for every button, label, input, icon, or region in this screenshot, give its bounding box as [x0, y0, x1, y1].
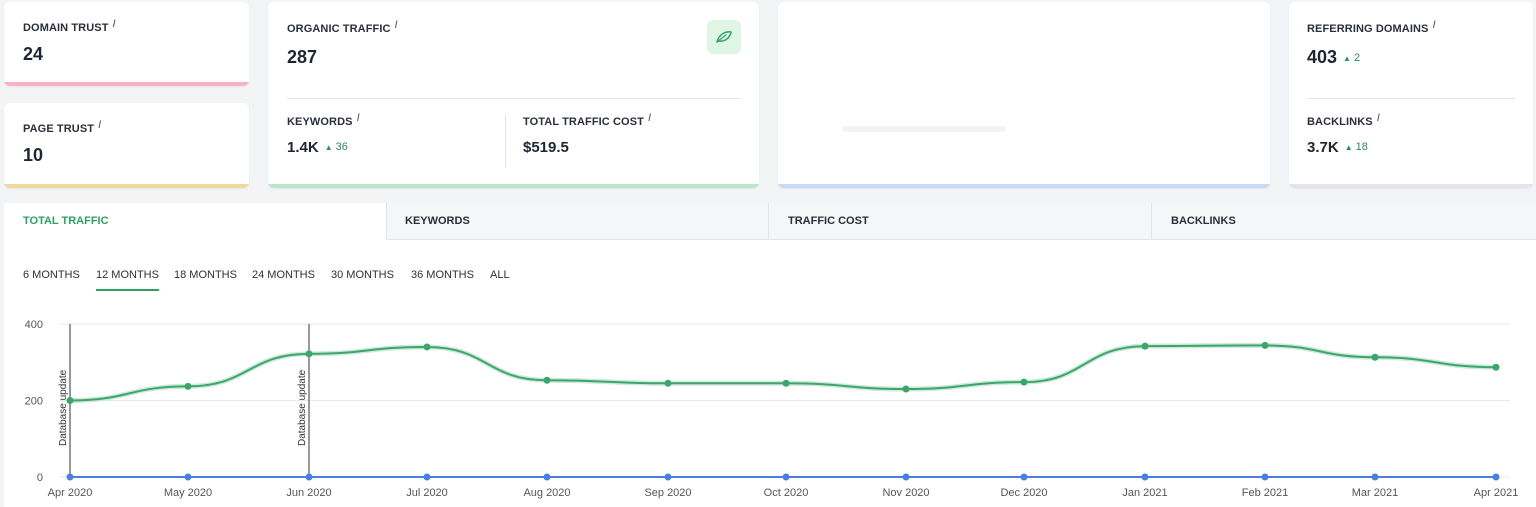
range-36-months[interactable]: 36 MONTHS	[411, 269, 474, 281]
triangle-up-icon: ▲	[324, 143, 333, 152]
domain-trust-card: DOMAIN TRUST i 24	[4, 2, 249, 86]
info-icon[interactable]: i	[648, 112, 651, 124]
tab-backlinks[interactable]: BACKLINKS	[1152, 203, 1536, 240]
range-12-months[interactable]: 12 MONTHS	[96, 269, 159, 291]
range-all[interactable]: ALL	[490, 269, 510, 281]
domain-trust-accent	[4, 82, 249, 86]
info-icon[interactable]: i	[395, 19, 398, 31]
keywords-label: KEYWORDS i	[287, 112, 360, 128]
referring-domains-label: REFERRING DOMAINS i	[1307, 19, 1436, 35]
backlinks-label: BACKLINKS i	[1307, 112, 1380, 128]
page-trust-accent	[4, 184, 249, 188]
tab-traffic-cost[interactable]: TRAFFIC COST	[769, 203, 1152, 240]
blank-card-accent	[778, 184, 1270, 188]
info-icon[interactable]: i	[1377, 112, 1380, 124]
info-icon[interactable]: i	[357, 112, 360, 124]
info-icon[interactable]: i	[1432, 19, 1435, 31]
referring-domains-delta: ▲ 2	[1343, 52, 1361, 64]
organic-traffic-label: ORGANIC TRAFFIC i	[287, 19, 398, 35]
page-trust-label: PAGE TRUST i	[23, 119, 102, 135]
referring-divider	[1307, 98, 1515, 99]
referring-domains-card: REFERRING DOMAINS i 403 ▲ 2 BACKLINKS i 3.7…	[1289, 2, 1533, 188]
page-trust-card: PAGE TRUST i 10	[4, 103, 249, 188]
range-6-months[interactable]: 6 MONTHS	[23, 269, 80, 281]
page-trust-value: 10	[23, 145, 44, 165]
organic-vertical-divider	[505, 114, 506, 168]
info-icon[interactable]: i	[113, 18, 116, 30]
blank-card	[778, 2, 1270, 188]
organic-traffic-value: 287	[287, 47, 318, 67]
total-traffic-cost-value: $519.5	[523, 139, 569, 156]
organic-leaf-button[interactable]	[707, 20, 741, 54]
total-traffic-cost-label: TOTAL TRAFFIC COST i	[523, 112, 652, 128]
organic-accent	[268, 184, 759, 188]
domain-trust-label: DOMAIN TRUST i	[23, 18, 116, 34]
keywords-value: 1.4K ▲ 36	[287, 139, 348, 156]
backlinks-accent	[1289, 184, 1533, 188]
backlinks-value: 3.7K ▲ 18	[1307, 139, 1368, 156]
leaf-icon	[716, 31, 732, 43]
tab-keywords[interactable]: KEYWORDS	[386, 203, 769, 240]
domain-trust-value: 24	[23, 44, 44, 64]
keywords-delta: ▲ 36	[324, 141, 348, 153]
range-30-months[interactable]: 30 MONTHS	[331, 269, 394, 281]
info-icon[interactable]: i	[98, 119, 101, 131]
placeholder-line	[842, 126, 1006, 132]
organic-divider	[287, 98, 741, 99]
range-24-months[interactable]: 24 MONTHS	[252, 269, 315, 281]
referring-domains-value: 403 ▲ 2	[1307, 47, 1361, 67]
range-18-months[interactable]: 18 MONTHS	[174, 269, 237, 281]
backlinks-delta: ▲ 18	[1344, 141, 1368, 153]
organic-traffic-card: ORGANIC TRAFFIC i 287 KEYWORDS i 1.4K ▲ 36 …	[268, 2, 759, 188]
triangle-up-icon: ▲	[1343, 54, 1351, 63]
triangle-up-icon: ▲	[1344, 143, 1353, 152]
tab-total-traffic[interactable]: TOTAL TRAFFIC	[4, 203, 387, 241]
metric-tabs: TOTAL TRAFFIC KEYWORDS TRAFFIC COST BACK…	[4, 203, 1536, 241]
